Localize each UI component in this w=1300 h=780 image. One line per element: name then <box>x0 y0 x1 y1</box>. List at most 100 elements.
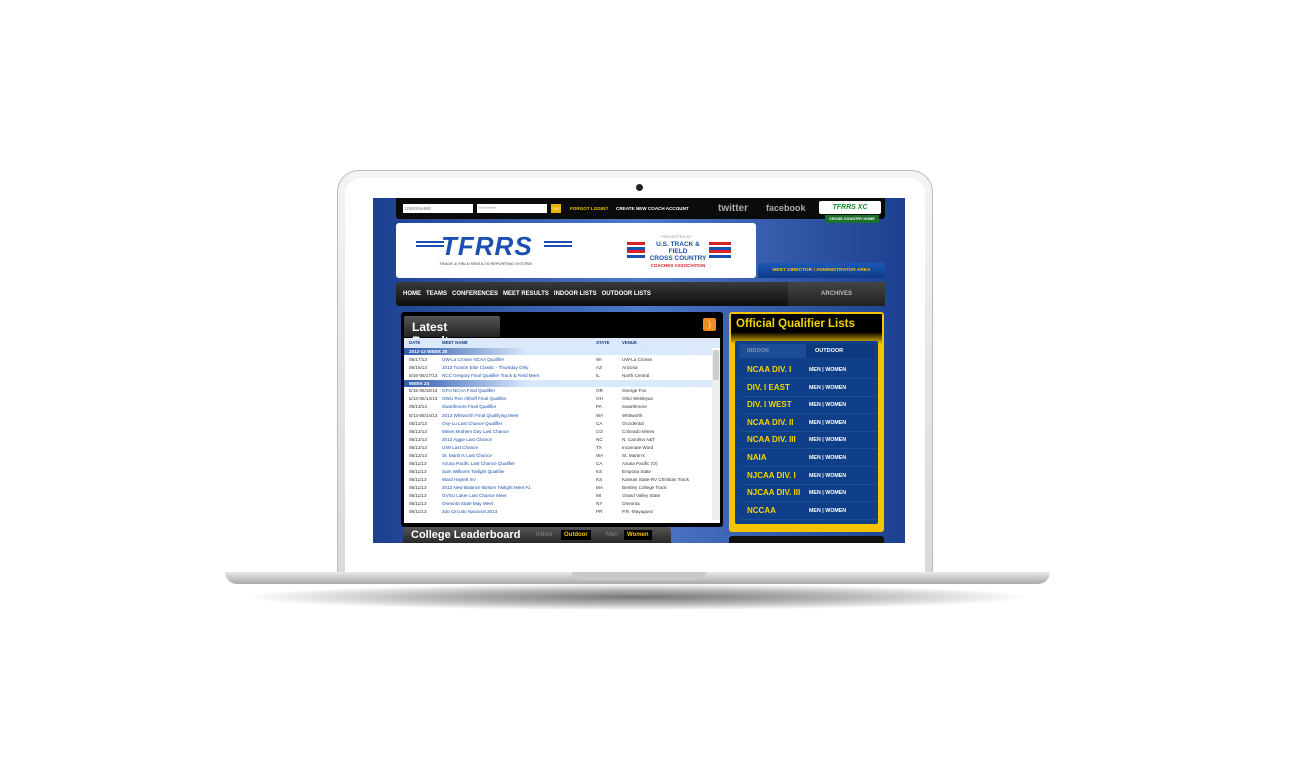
cell[interactable]: UIW Last Chance <box>442 444 478 452</box>
table-row[interactable]: 05/11/13 GVSU Laker Last Chance Meet MI Gra… <box>404 492 712 500</box>
cell[interactable]: Sam Williams Twilight Qualifier <box>442 468 505 476</box>
table-row[interactable]: 05/12/13 Oxy-Lu Last Chance Qualifier CA Oc… <box>404 420 712 428</box>
men-link[interactable]: MEN <box>809 437 821 443</box>
nav-outdoor-lists[interactable]: OUTDOOR LISTS <box>602 291 651 297</box>
cell[interactable]: 2013 New Balance Boston Twilight Meet #1 <box>442 484 531 492</box>
username-input[interactable] <box>403 204 473 213</box>
table-row[interactable]: 05/12/13 2013 Aggie Last Chance NC N. Carol… <box>404 436 712 444</box>
cell: WI <box>596 356 602 362</box>
nav-meet-results[interactable]: MEET RESULTS <box>503 291 549 297</box>
table-row[interactable]: 05/17/13 UW-La Crosse NCAA Qualifier WI UW-… <box>404 356 712 364</box>
table-row[interactable]: 05/11/13 2013 New Balance Boston Twilight… <box>404 484 712 492</box>
table-row[interactable]: 5/13-05/14/13 2013 Whitworth Final Qualif… <box>404 412 712 420</box>
cell[interactable]: Azusa Pacific Last Chance Qualifier <box>442 460 515 468</box>
cell[interactable]: UW-La Crosse NCAA Qualifier <box>442 356 504 364</box>
table-row[interactable]: 5/16-05/17/13 NCC Gregory Final Qualifier… <box>404 372 712 380</box>
cross-country-home-link[interactable]: CROSS COUNTRY HOME <box>825 215 879 223</box>
women-link[interactable]: WOMEN <box>825 402 846 408</box>
cell[interactable]: Ward Haylett Inv <box>442 476 476 484</box>
cell[interactable]: OWU Ron Althoff Final Qualifier <box>442 395 507 403</box>
meet-director-button[interactable]: MEET DIRECTOR / ADMINISTRATOR AREA <box>758 263 885 278</box>
cell: 05/11/13 <box>409 501 427 507</box>
separator: | <box>822 384 824 391</box>
tab-indoor-lists[interactable]: INDOOR <box>747 344 769 358</box>
women-link[interactable]: WOMEN <box>825 490 846 496</box>
table-row[interactable]: 05/11/13 Ward Haylett Inv KS Kansas State-R… <box>404 476 712 484</box>
tab-men[interactable]: Men <box>606 532 618 538</box>
nav-teams[interactable]: TEAMS <box>426 291 447 297</box>
cell: TX <box>596 444 602 450</box>
men-link[interactable]: MEN <box>809 385 821 391</box>
table-row[interactable]: 5/13-05/14/13 OWU Ron Althoff Final Quali… <box>404 395 712 403</box>
division-name: NCAA DIV. I <box>747 365 792 374</box>
nav-indoor-lists[interactable]: INDOOR LISTS <box>554 291 597 297</box>
cell[interactable]: GFU NCAA Final Qualifier <box>442 387 495 395</box>
separator: | <box>822 455 824 461</box>
nav-conferences[interactable]: CONFERENCES <box>452 291 498 297</box>
men-link[interactable]: MEN <box>809 473 821 479</box>
cell[interactable]: Swarthmore Final Qualifier <box>442 403 496 411</box>
women-link[interactable]: WOMEN <box>825 508 846 514</box>
women-link[interactable]: WOMEN <box>825 437 846 443</box>
table-row[interactable]: 05/11/13 Oneonta State May Meet NY Oneonta <box>404 500 712 508</box>
college-leaderboard-bar: College Leaderboard Indoor Outdoor Men W… <box>403 527 671 543</box>
create-account-link[interactable]: CREATE NEW COACH ACCOUNT <box>616 206 689 211</box>
cell[interactable]: NCC Gregory Final Qualifier Track & Fiel… <box>442 372 539 380</box>
men-link[interactable]: MEN <box>809 490 821 496</box>
cell[interactable]: GVSU Laker Last Chance Meet <box>442 492 506 500</box>
twitter-link[interactable]: twitter <box>718 203 748 214</box>
cell[interactable]: St. Martin's Last Chance <box>442 452 492 460</box>
tfrrs-logo[interactable]: TFRRS <box>441 231 533 262</box>
cell[interactable]: 2013 Aggie Last Chance <box>442 436 492 444</box>
tab-outdoor[interactable]: Outdoor <box>561 530 591 540</box>
cell[interactable]: 2013 Tucson Elite Classic - Thursday Onl… <box>442 364 528 372</box>
table-row[interactable]: 05/11/13 2do Circuito Nacional 2013 PR P.R.… <box>404 508 712 516</box>
cell: North Central <box>622 372 650 378</box>
tfrrs-xc-logo[interactable]: TFRRS XC <box>819 201 881 214</box>
separator: | <box>822 490 824 497</box>
nav-home[interactable]: HOME <box>403 291 421 297</box>
division-row: NJCAA DIV. I MEN | WOMEN <box>741 467 877 485</box>
women-link[interactable]: WOMEN <box>825 473 846 479</box>
women-link[interactable]: WOMEN <box>825 385 846 391</box>
cell: WA <box>596 412 604 418</box>
women-link[interactable]: WOMEN <box>825 367 846 373</box>
cell[interactable]: 2013 Whitworth Final Qualifying Meet <box>442 412 518 420</box>
men-link[interactable]: MEN <box>809 367 821 373</box>
tab-women[interactable]: Women <box>624 530 652 540</box>
nav-archives[interactable]: ARCHIVES <box>788 282 885 306</box>
presented-by: PRESENTED BY <box>661 234 692 239</box>
table-row[interactable]: 05/11/13 Sam Williams Twilight Qualifier K… <box>404 468 712 476</box>
cell[interactable]: Mines Mothers Day Last Chance <box>442 428 509 436</box>
men-link[interactable]: MEN <box>809 508 821 514</box>
tab-indoor[interactable]: Indoor <box>536 532 553 538</box>
facebook-link[interactable]: facebook <box>766 203 806 213</box>
women-link[interactable]: WOMEN <box>825 455 846 461</box>
men-link[interactable]: MEN <box>809 420 821 426</box>
cell[interactable]: Oneonta State May Meet <box>442 500 493 508</box>
password-input[interactable] <box>477 204 547 213</box>
women-link[interactable]: WOMEN <box>825 420 846 426</box>
men-link[interactable]: MEN <box>809 455 821 461</box>
cell[interactable]: 2do Circuito Nacional 2013 <box>442 508 497 516</box>
table-row[interactable]: 05/11/13 Azusa Pacific Last Chance Qualif… <box>404 460 712 468</box>
table-row[interactable]: 05/13/13 Swarthmore Final Qualifier PA Swar… <box>404 403 712 411</box>
go-button[interactable]: GO <box>551 204 561 213</box>
cell: 05/11/13 <box>409 484 427 490</box>
latest-results-title: Latest Results <box>404 316 500 348</box>
cell: KS <box>596 476 603 482</box>
cell: 05/11/13 <box>409 468 427 474</box>
table-row[interactable]: 05/16/13 2013 Tucson Elite Classic - Thur… <box>404 364 712 372</box>
table-row[interactable]: 05/12/13 UIW Last Chance TX Incarnate Word <box>404 444 712 452</box>
rss-icon[interactable]: ) <box>703 318 716 331</box>
cell[interactable]: Oxy-Lu Last Chance Qualifier <box>442 420 502 428</box>
table-row[interactable]: 5/15-05/16/13 GFU NCAA Final Qualifier OR G… <box>404 387 712 395</box>
tab-outdoor-lists[interactable]: OUTDOOR <box>806 344 874 358</box>
table-row[interactable]: 05/12/13 Mines Mothers Day Last Chance CO C… <box>404 428 712 436</box>
separator: | <box>822 507 824 514</box>
men-link[interactable]: MEN <box>809 402 821 408</box>
forgot-login-link[interactable]: FORGOT LOGIN? <box>570 206 608 211</box>
scrollbar[interactable] <box>712 350 720 520</box>
division-name: NAIA <box>747 453 767 462</box>
table-row[interactable]: 05/12/13 St. Martin's Last Chance WA St. Ma… <box>404 452 712 460</box>
